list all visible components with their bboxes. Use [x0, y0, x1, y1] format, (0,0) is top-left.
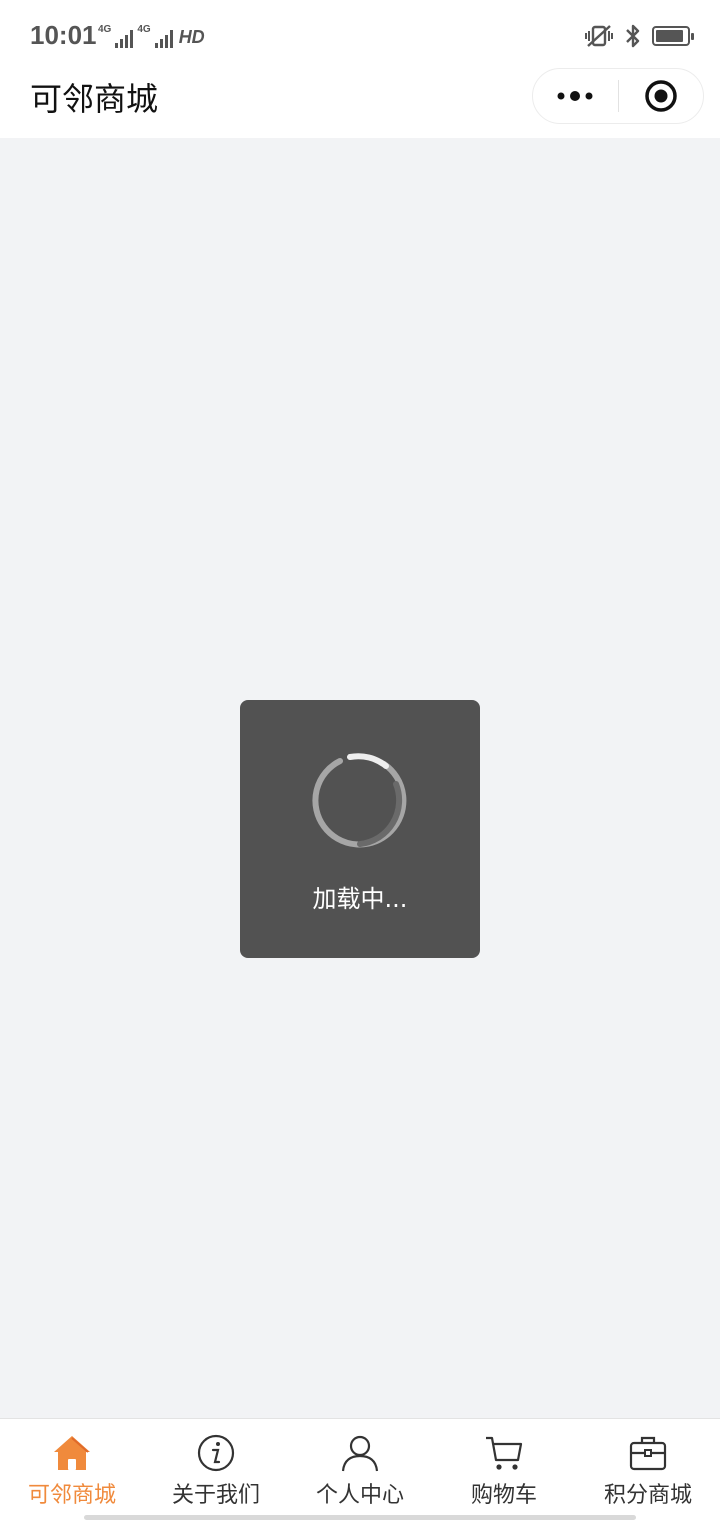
- battery-level-fill: [656, 30, 683, 42]
- close-button[interactable]: [619, 68, 704, 124]
- network-label-1: 4G: [98, 24, 112, 35]
- cart-icon: [486, 1436, 523, 1470]
- person-icon: [341, 1435, 379, 1472]
- status-bar: 10:01 4G 4G HD: [0, 0, 720, 70]
- status-right: [584, 22, 694, 50]
- status-time: 10:01: [30, 20, 97, 50]
- tab-bar: 可邻商城 关于我们 个人中心 购物车 积分商城: [0, 1418, 720, 1520]
- loading-text: 加载中...: [312, 885, 408, 913]
- network-indicators: 4G 4G HD: [98, 24, 205, 48]
- signal-icon-2: [154, 30, 173, 48]
- vibrate-icon: [585, 25, 613, 47]
- hd-label: HD: [178, 27, 205, 47]
- tab-label: 个人中心: [315, 1483, 404, 1508]
- mini-program-capsule: [532, 68, 704, 124]
- page-title: 可邻商城: [30, 80, 159, 118]
- tab-label: 积分商城: [603, 1483, 692, 1508]
- more-dots-icon: [557, 91, 593, 101]
- loading-spinner-icon: [312, 753, 407, 848]
- more-button[interactable]: [533, 68, 618, 124]
- target-circle-icon: [645, 80, 677, 112]
- tab-label: 购物车: [470, 1483, 537, 1508]
- loading-toast: 加载中...: [240, 700, 480, 958]
- tab-about[interactable]: 关于我们: [144, 1419, 288, 1520]
- tab-profile[interactable]: 个人中心: [288, 1419, 432, 1520]
- network-label-2: 4G: [137, 24, 151, 35]
- signal-icon: [115, 30, 134, 48]
- tab-cart[interactable]: 购物车: [432, 1419, 576, 1520]
- info-icon: [197, 1434, 235, 1472]
- nav-bar: 可邻商城: [0, 68, 720, 138]
- briefcase-icon: [629, 1436, 667, 1471]
- home-icon: [54, 1436, 90, 1470]
- bluetooth-icon: [626, 24, 640, 48]
- tab-label: 关于我们: [171, 1483, 260, 1508]
- app-screen: 10:01 4G 4G HD 可邻商城 加载中... 可邻商城 关于我们 个人中…: [0, 0, 720, 1520]
- battery-icon: [652, 26, 694, 46]
- tab-label: 可邻商城: [27, 1483, 116, 1508]
- home-indicator: [84, 1515, 636, 1520]
- tab-home[interactable]: 可邻商城: [0, 1419, 144, 1520]
- tab-points-mall[interactable]: 积分商城: [576, 1419, 720, 1520]
